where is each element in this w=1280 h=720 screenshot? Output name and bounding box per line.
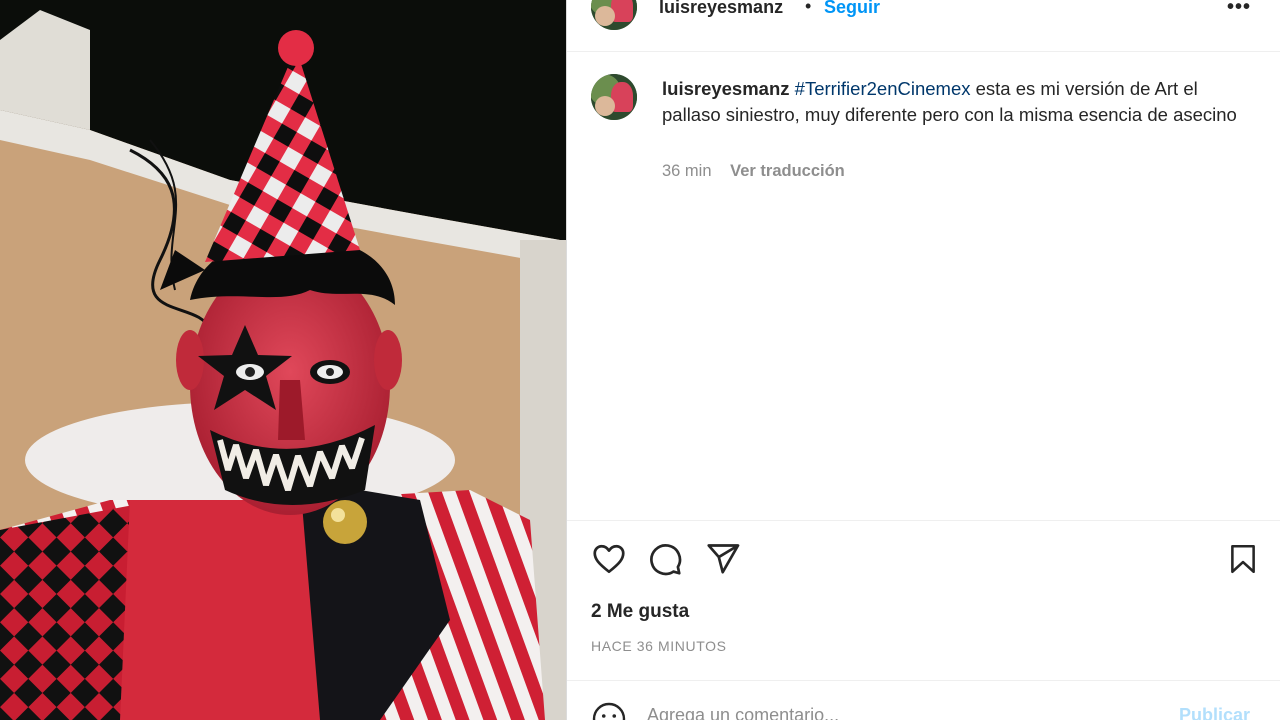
comment-input[interactable] [647,705,1147,720]
caption-hashtag-link[interactable]: #Terrifier2enCinemex [795,78,971,99]
author-username-link[interactable]: luisreyesmanz [659,0,783,18]
more-options-icon[interactable]: ••• [1227,0,1251,19]
caption-text: luisreyesmanz #Terrifier2enCinemex esta … [662,76,1252,128]
post-photo[interactable] [0,0,566,720]
publish-comment-button[interactable]: Publicar [1179,705,1250,720]
caption-timestamp[interactable]: 36 min [662,162,712,180]
comment-composer: Publicar [567,680,1280,720]
heart-icon[interactable] [589,539,629,579]
post-header: luisreyesmanz • Seguir ••• [567,0,1280,52]
comment-icon[interactable] [645,539,685,579]
author-avatar[interactable] [591,0,637,30]
see-translation-button[interactable]: Ver traducción [730,162,845,180]
caption-author-avatar[interactable] [591,74,637,120]
caption-username-link[interactable]: luisreyesmanz [662,78,790,99]
header-separator: • [805,0,812,16]
paper-plane-icon[interactable] [703,539,743,579]
likes-count[interactable]: 2 Me gusta [591,601,689,623]
emoji-icon[interactable] [591,701,627,720]
post-actions: 2 Me gusta HACE 36 MINUTOS [567,520,1280,680]
clown-photo-illustration [0,0,566,720]
post-details-panel: luisreyesmanz • Seguir ••• luisreyesmanz… [566,0,1280,720]
bookmark-icon[interactable] [1223,539,1263,579]
caption-meta: 36 min Ver traducción [662,162,845,181]
follow-button[interactable]: Seguir [824,0,880,18]
post-timestamp[interactable]: HACE 36 MINUTOS [591,638,727,654]
